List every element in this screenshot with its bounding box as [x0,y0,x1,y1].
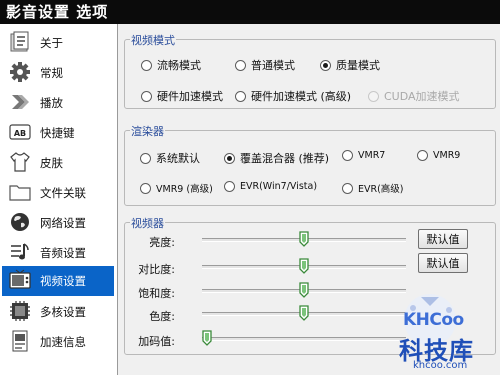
radio-button[interactable] [320,59,331,71]
music-note-icon [11,243,29,260]
saturation-label: 饱和度: [138,287,175,300]
video-mode-title: 视频模式 [130,32,176,48]
radio-vmr7[interactable]: VMR7 [342,150,385,161]
folder-icon [9,185,31,201]
radio-overlay-mixer[interactable]: 覆盖混合器 (推荐) [224,150,329,166]
cpu-icon [10,301,30,321]
sidebar-item-label: 快捷键 [40,126,75,140]
radio-button[interactable] [235,90,246,102]
brightness-label: 亮度: [149,236,175,249]
radio-hw-accel-mode[interactable]: 硬件加速模式 [141,88,223,104]
radio-button[interactable] [417,150,428,161]
radio-cuda-mode[interactable]: CUDA加速模式 [368,88,460,104]
sidebar-item-multicore[interactable]: 多核设置 [2,297,114,325]
sidebar-item-shortcuts[interactable]: AB 快捷键 [2,118,114,146]
gamma-label: 加码值: [138,335,175,348]
sidebar-item-audio[interactable]: 音频设置 [2,238,114,266]
shirt-icon [10,152,30,172]
radio-button[interactable] [140,152,151,164]
radio-system-default[interactable]: 系统默认 [140,150,200,166]
radio-vmr9[interactable]: VMR9 [417,150,460,161]
video-adjust-title: 视频器 [130,215,165,231]
sidebar-item-label: 文件关联 [40,186,86,200]
tv-icon [9,269,31,289]
svg-text:AB: AB [14,129,26,138]
hue-label: 色度: [149,310,175,323]
sidebar-item-label: 视频设置 [40,274,86,288]
radio-button[interactable] [224,152,235,164]
sidebar-item-label: 多核设置 [40,305,86,319]
radio-evr-advanced[interactable]: EVR(高级) [342,181,404,195]
gamma-slider-thumb[interactable] [202,330,212,346]
sidebar-item-network[interactable]: 网络设置 [2,208,114,236]
sidebar-item-playback[interactable]: 播放 [2,88,114,116]
radio-vmr9-advanced[interactable]: VMR9 (高级) [140,181,213,195]
brightness-slider-thumb[interactable] [299,231,309,247]
sidebar-item-label: 音频设置 [40,246,86,260]
contrast-default-button[interactable]: 默认值 [418,253,468,273]
watermark-logo-text: KHCoo [403,310,464,330]
radio-button[interactable] [342,182,353,194]
radio-button[interactable] [140,182,151,194]
radio-button[interactable] [235,59,246,71]
contrast-slider-thumb[interactable] [299,258,309,274]
sidebar-item-about[interactable]: 关于 [2,28,114,56]
settings-window: 影音设置 选项 关于 常规 播放 AB 快捷键 皮肤 文件关联 网络设置 音频设… [0,0,500,375]
contrast-label: 对比度: [138,263,175,276]
radio-button[interactable] [224,181,235,192]
hue-slider-thumb[interactable] [299,305,309,321]
globe-icon [11,213,29,231]
radio-button[interactable] [368,90,379,102]
radio-quality-mode[interactable]: 质量模式 [320,57,380,73]
saturation-slider-thumb[interactable] [299,282,309,298]
info-icon [10,31,29,52]
watermark-url: khcoo.com [413,360,468,371]
radio-smooth-mode[interactable]: 流畅模式 [141,57,201,73]
sidebar-item-video[interactable]: 视频设置 [2,266,114,296]
sidebar-item-label: 网络设置 [40,216,86,230]
radio-button[interactable] [342,150,353,161]
sidebar-item-file-association[interactable]: 文件关联 [2,178,114,206]
sidebar-item-label: 皮肤 [40,156,63,170]
sidebar-item-skin[interactable]: 皮肤 [2,148,114,176]
radio-evr-win7-vista[interactable]: EVR(Win7/Vista) [224,181,317,192]
radio-button[interactable] [141,90,152,102]
keyboard-ab-icon: AB [9,124,31,140]
renderer-title: 渲染器 [130,123,165,139]
sidebar-item-label: 关于 [40,36,63,50]
sidebar-item-label: 常规 [40,66,63,80]
sidebar-item-label: 加速信息 [40,335,86,349]
document-icon [12,330,28,352]
radio-hw-accel-advanced-mode[interactable]: 硬件加速模式 (高级) [235,88,351,104]
window-title: 影音设置 选项 [0,0,500,24]
gamma-slider-track[interactable] [202,337,406,341]
brightness-default-button[interactable]: 默认值 [418,229,468,249]
gear-icon [10,62,30,82]
play-icon [12,95,29,109]
sidebar-item-general[interactable]: 常规 [2,58,114,86]
radio-button[interactable] [141,59,152,71]
radio-normal-mode[interactable]: 普通模式 [235,57,295,73]
sidebar-item-acceleration[interactable]: 加速信息 [2,327,114,355]
sidebar: 关于 常规 播放 AB 快捷键 皮肤 文件关联 网络设置 音频设置 视频设置 多… [0,24,118,375]
watermark: KHCoo 科技库 khcoo.com [385,288,497,373]
sidebar-item-label: 播放 [40,96,63,110]
